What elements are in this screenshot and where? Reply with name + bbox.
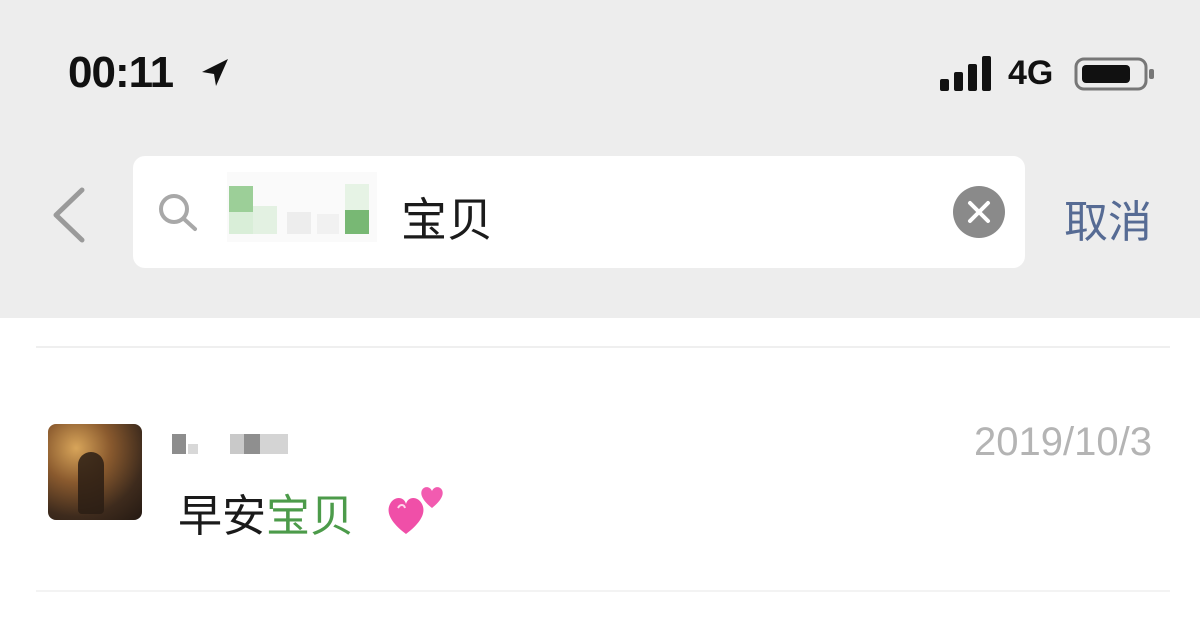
row-divider	[36, 590, 1170, 592]
highlighted-keyword: 宝贝	[266, 491, 354, 542]
blurred-contact-name	[172, 434, 288, 454]
search-result-item[interactable]: 2019/10/3 早安宝贝	[0, 350, 1200, 588]
message-preview: 早安宝贝	[178, 480, 354, 544]
network-type-label: 4G	[1008, 54, 1054, 92]
battery-icon	[1074, 57, 1154, 91]
search-query-text: 宝贝	[401, 193, 493, 247]
section-divider	[36, 346, 1170, 348]
back-chevron-icon[interactable]	[48, 186, 88, 244]
search-input[interactable]: 宝贝	[133, 156, 1025, 268]
signal-icon	[940, 56, 991, 91]
two-hearts-icon	[388, 487, 443, 534]
clear-icon	[968, 201, 990, 223]
status-time: 00:11	[68, 48, 174, 97]
cancel-button[interactable]: 取消	[1064, 186, 1152, 250]
location-arrow-icon	[202, 59, 228, 86]
search-icon	[159, 194, 197, 231]
message-date: 2019/10/3	[974, 420, 1152, 464]
avatar-figure	[78, 452, 104, 514]
blurred-contact-tag	[227, 172, 377, 242]
clear-search-button[interactable]	[953, 186, 1005, 238]
message-prefix: 早安	[178, 491, 266, 542]
contact-avatar[interactable]	[48, 424, 142, 520]
